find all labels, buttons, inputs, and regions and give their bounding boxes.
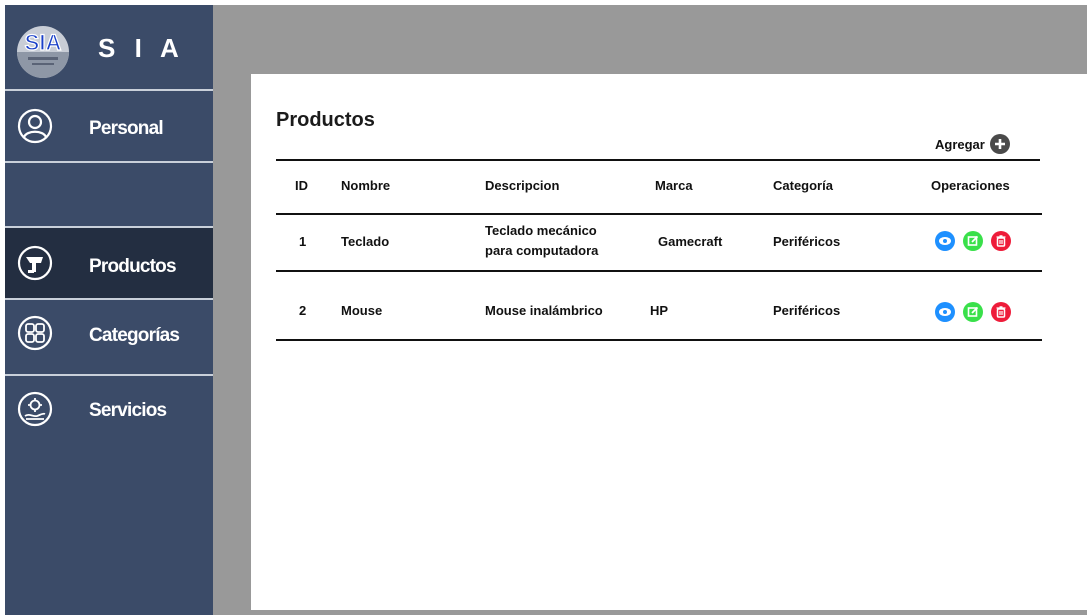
column-header-nombre: Nombre	[341, 178, 391, 193]
view-button[interactable]	[935, 231, 955, 251]
page-title: Productos	[276, 109, 375, 131]
sidebar-item-label: Servicios	[89, 400, 167, 421]
edit-icon	[967, 235, 979, 246]
sidebar-item-productos[interactable]: Productos	[5, 228, 213, 298]
sia-logo-icon: SIA	[17, 26, 69, 78]
cell-descripcion: Mouse inalámbrico	[485, 303, 603, 318]
eye-icon	[939, 237, 951, 245]
plus-circle-icon	[989, 134, 1010, 154]
row-operations	[935, 231, 1011, 251]
column-header-operaciones: Operaciones	[931, 178, 1010, 193]
products-icon	[17, 245, 53, 281]
logo-text: SIA	[25, 30, 62, 55]
eye-icon	[939, 308, 951, 316]
cell-descripcion: Teclado mecánico para computadora	[485, 221, 598, 261]
brand-header: SIA S I A	[5, 5, 213, 89]
add-product-button[interactable]: Agregar	[935, 133, 1010, 155]
sidebar-item-label: Productos	[89, 256, 177, 277]
app-title: S I A	[98, 33, 185, 63]
sidebar-item-label: Categorías	[89, 325, 180, 346]
cell-marca: HP	[650, 303, 669, 318]
column-header-marca: Marca	[655, 178, 693, 193]
sidebar: SIA S I A Personal Productos Categorías …	[5, 5, 213, 615]
view-button[interactable]	[935, 302, 955, 322]
cell-marca: Gamecraft	[658, 234, 723, 249]
cell-categoria: Periféricos	[773, 303, 841, 318]
column-header-categoria: Categoría	[773, 178, 833, 193]
delete-button[interactable]	[991, 231, 1011, 251]
sidebar-divider	[5, 161, 213, 163]
delete-button[interactable]	[991, 302, 1011, 322]
cell-descripcion-line: Teclado mecánico	[485, 223, 597, 238]
cell-descripcion-line: para computadora	[485, 243, 599, 258]
edit-button[interactable]	[963, 231, 983, 251]
person-icon	[17, 108, 53, 144]
services-icon	[17, 391, 53, 427]
edit-icon	[967, 306, 979, 317]
sidebar-item-categorias[interactable]: Categorías	[5, 300, 213, 374]
row-operations	[935, 302, 1011, 322]
add-button-label: Agregar	[935, 136, 985, 152]
cell-categoria: Periféricos	[773, 234, 841, 249]
column-header-descripcion: Descripcion	[485, 178, 560, 193]
table-row-border	[276, 270, 1042, 272]
sidebar-item-servicios[interactable]: Servicios	[5, 376, 213, 446]
sidebar-item-personal[interactable]: Personal	[5, 91, 213, 161]
table-header-border	[276, 213, 1042, 215]
products-panel: Productos Agregar ID Nombre Descripcion …	[251, 74, 1087, 610]
trash-icon	[996, 306, 1006, 318]
cell-nombre: Mouse	[341, 303, 383, 318]
column-header-id: ID	[295, 178, 308, 193]
table-top-border	[276, 159, 1040, 161]
cell-nombre: Teclado	[341, 234, 390, 249]
trash-icon	[996, 235, 1006, 247]
categories-icon	[17, 315, 53, 351]
cell-id: 1	[299, 234, 307, 249]
edit-button[interactable]	[963, 302, 983, 322]
cell-id: 2	[299, 303, 307, 318]
table-bottom-border	[276, 339, 1042, 341]
sidebar-item-label: Personal	[89, 118, 164, 139]
